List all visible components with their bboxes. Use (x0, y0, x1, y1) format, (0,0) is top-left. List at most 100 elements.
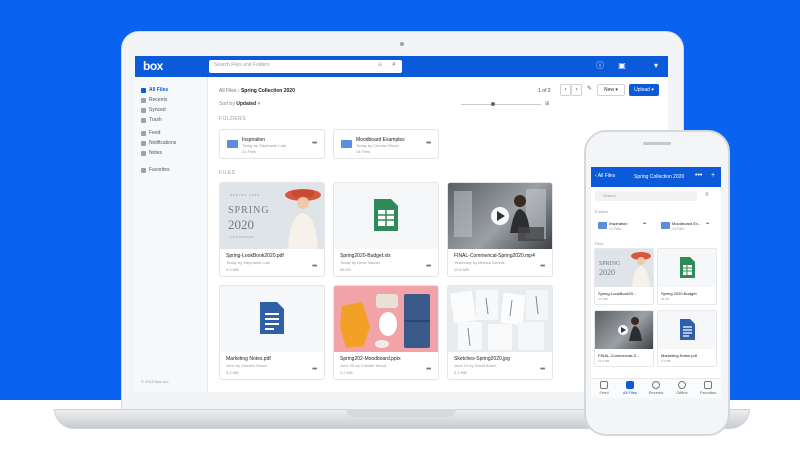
lookbook-title: SPRING (599, 261, 621, 267)
copyright: © 2019 Box Inc. (141, 379, 170, 384)
filter-icon[interactable]: ⊟ (378, 62, 382, 68)
file-name: Spring202-Moodboard.pptx (340, 356, 401, 362)
sidebar-item-all-files[interactable]: All Files (141, 87, 168, 93)
more-options-icon[interactable]: ••• (426, 263, 431, 270)
page-indicator: 1 of 2 (538, 88, 551, 94)
file-card[interactable]: Spring2020-Budget.xls Today by Drew Vand… (333, 182, 439, 277)
sidebar-item-recents[interactable]: Recents (141, 97, 167, 103)
notifications-icon[interactable]: ▣ (617, 61, 627, 71)
search-input[interactable]: Search Files and Folders ⊟ ⌕ (209, 60, 402, 73)
phone-folders-heading: Folders (595, 209, 609, 214)
new-button[interactable]: New ▾ (597, 84, 625, 96)
file-modified: June 20 by Chester Wood (340, 363, 387, 368)
upload-button-label: Upload (634, 87, 650, 93)
file-modified: Yesterday by Monica Dennis (454, 260, 505, 265)
folder-icon (227, 140, 238, 148)
studio-photo (454, 189, 546, 241)
tab-offline[interactable]: Offline (669, 381, 695, 395)
phone-folder-name: Inspiration (609, 221, 628, 226)
phone-file-meta: 19.6 MB (598, 359, 610, 363)
file-name: Spring2020-Budget.xls (340, 253, 391, 259)
zoom-slider-track[interactable] (461, 104, 541, 105)
phone-file-card[interactable]: Spring 2020-Budget 65 KB (657, 248, 717, 305)
phone-file-name: FINAL-Commercial-S... (598, 353, 640, 358)
phone-file-card[interactable]: FINAL-Commercial-S... 19.6 MB (594, 310, 654, 367)
back-button[interactable]: ‹ All Files (595, 173, 615, 179)
add-icon[interactable]: + (711, 172, 715, 179)
file-card[interactable]: FINAL-Commerical-Spring2020.mp4 Yesterda… (447, 182, 553, 277)
grid-view-icon[interactable]: ⊞ (545, 101, 549, 107)
more-options-icon[interactable]: ••• (426, 140, 431, 147)
zoom-slider-handle[interactable] (491, 102, 495, 106)
phone-search-input[interactable]: Search (595, 191, 697, 201)
studio-photo (618, 317, 642, 341)
sidebar-item-notifications[interactable]: Notifications (141, 140, 176, 146)
file-name: Marketing Notes.pdf (226, 356, 271, 362)
more-options-icon[interactable]: ••• (426, 366, 431, 373)
breadcrumb: All Files › Spring Collection 2020 (219, 88, 295, 94)
tab-all-files[interactable]: All Files (617, 381, 643, 395)
next-page-button[interactable]: › (571, 84, 582, 96)
phone-file-meta: 3.2 MB (598, 297, 608, 301)
sidebar-item-synced[interactable]: Synced (141, 107, 166, 113)
phone-folder-item[interactable]: Moodboard Ex... 14 Files ••• (658, 218, 718, 236)
folder-icon (341, 140, 352, 148)
more-options-icon[interactable]: ••• (706, 221, 709, 227)
edit-icon[interactable]: ✎ (584, 84, 595, 96)
video-thumbnail (448, 183, 552, 249)
more-options-icon[interactable]: ••• (643, 221, 646, 227)
notes-icon (141, 150, 146, 156)
sidebar-item-label: Trash (149, 117, 162, 123)
folder-icon (598, 222, 607, 229)
folder-count: 14 Files (356, 149, 371, 154)
more-options-icon[interactable]: ••• (540, 263, 545, 270)
phone-file-card[interactable]: SPRING 2020 Spring-LookBook20... 3.2 MB (594, 248, 654, 305)
sidebar-item-trash[interactable]: Trash (141, 117, 162, 123)
sidebar-item-label: Favorites (149, 167, 170, 173)
moodboard-thumbnail (334, 286, 438, 352)
more-options-icon[interactable]: ••• (312, 263, 317, 270)
account-menu-icon[interactable]: ▾ (651, 61, 661, 71)
folder-card[interactable]: Moodboard Examples Today by Chester Wood… (333, 129, 439, 159)
tab-feed[interactable]: Feed (591, 381, 617, 395)
phone-file-card[interactable]: Marketing Notes.pdf 0.2 MB (657, 310, 717, 367)
prev-page-button[interactable]: ‹ (560, 84, 571, 96)
sidebar-item-favorites[interactable]: Favorites (141, 167, 170, 173)
lookbook-subtitle: LOOKBOOK (230, 235, 256, 239)
star-icon (704, 381, 712, 389)
search-icon[interactable]: ⌕ (392, 61, 396, 69)
document-icon (260, 302, 284, 334)
phone-folder-item[interactable]: Inspiration 21 Files ••• (595, 218, 655, 236)
upload-button[interactable]: Upload ▾ (629, 84, 659, 96)
file-card[interactable]: Sketches-Spring2020.jpg June 19 by David… (447, 285, 553, 380)
sidebar-item-label: Notes (149, 150, 163, 156)
sort-label: Sort by (219, 101, 235, 107)
sidebar-item-feed[interactable]: Feed (141, 130, 160, 136)
folder-card[interactable]: Inspiration Today by Stephanie Lark 21 F… (219, 129, 325, 159)
box-logo[interactable]: box (143, 59, 163, 73)
sort-icon[interactable]: ≡ (705, 192, 709, 198)
file-card[interactable]: SPRING 2020 SPRING 2020 LOOKBOOK Spring-… (219, 182, 325, 277)
model-photo (631, 252, 651, 287)
sort-dropdown[interactable]: Sort by Updated ▾ (219, 101, 260, 107)
spreadsheet-icon (374, 199, 398, 231)
sidebar-item-notes[interactable]: Notes (141, 150, 162, 156)
file-card[interactable]: Marketing Notes.pdf June by Chester Wood… (219, 285, 325, 380)
tab-favorites[interactable]: Favorites (695, 381, 721, 395)
laptop-camera (400, 42, 404, 46)
sidebar-item-label: Notifications (149, 140, 177, 146)
folder-modified: Today by Chester Wood (356, 143, 399, 148)
help-icon[interactable]: ⓘ (595, 61, 605, 71)
trash-icon (141, 117, 146, 123)
file-card[interactable]: Spring202-Moodboard.pptx June 20 by Ches… (333, 285, 439, 380)
more-options-icon[interactable]: ••• (312, 140, 317, 147)
phone-screen: ‹ All Files Spring Collection 2020 ••• +… (591, 167, 721, 398)
tab-label: All Files (622, 390, 637, 395)
more-options-icon[interactable]: ••• (312, 366, 317, 373)
tab-recents[interactable]: Recents (643, 381, 669, 395)
more-options-icon[interactable]: ••• (695, 172, 702, 179)
sidebar: All Files Recents Synced Trash Feed Noti… (135, 77, 208, 392)
breadcrumb-root[interactable]: All Files (219, 88, 237, 94)
more-options-icon[interactable]: ••• (540, 366, 545, 373)
tab-label: Favorites (699, 390, 717, 395)
